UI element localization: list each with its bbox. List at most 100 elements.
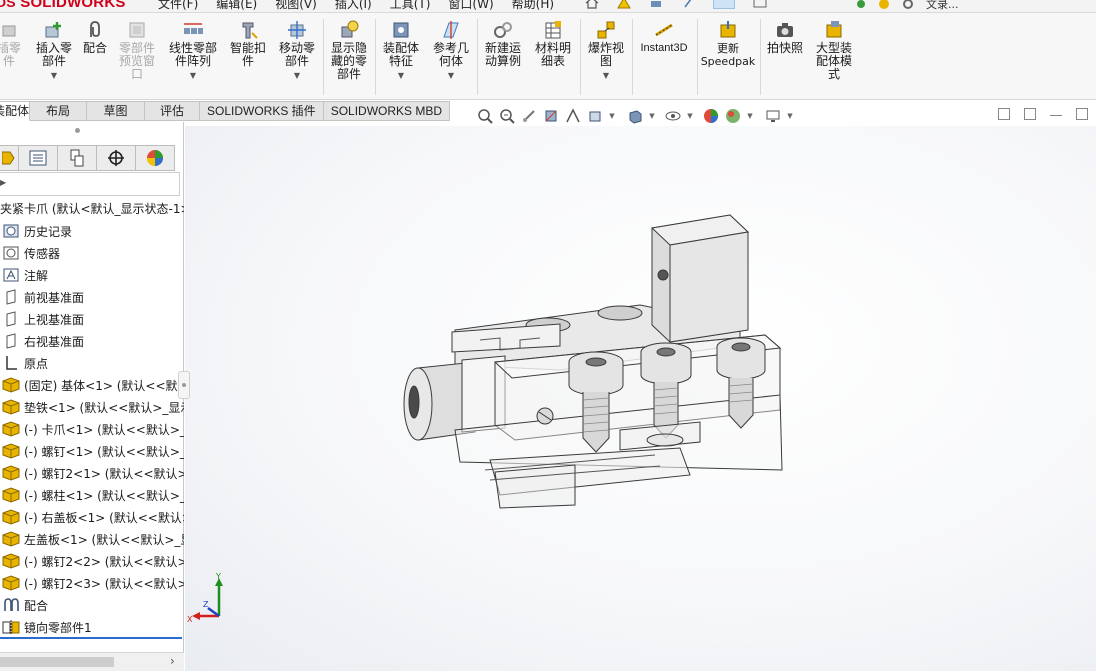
viewport-previous-icon[interactable] xyxy=(998,108,1010,120)
chevron-down-icon[interactable]: ▼ xyxy=(786,112,794,120)
panel-collapse-handle[interactable] xyxy=(178,371,190,399)
chevron-down-icon[interactable]: ▼ xyxy=(294,72,300,80)
help-icon[interactable] xyxy=(878,0,890,10)
update-speedpak-button[interactable]: 更新 Speedpak xyxy=(700,19,756,68)
assembly-features-button[interactable]: 装配体 特征 ▼ xyxy=(378,19,424,80)
tree-item-component[interactable]: (-) 螺钉2<1> (默认<<默认> xyxy=(0,462,184,484)
tree-filter[interactable]: ▶ xyxy=(0,172,180,196)
tree-item-origin[interactable]: 原点 xyxy=(0,352,184,374)
panel-grip-handle[interactable] xyxy=(75,128,80,133)
panel-horizontal-scrollbar[interactable]: › xyxy=(0,652,184,671)
hide-show-items-icon[interactable] xyxy=(664,107,682,125)
reference-geometry-button[interactable]: 参考几 何体 ▼ xyxy=(428,19,474,80)
tab-configuration-manager[interactable] xyxy=(58,145,97,171)
tree-item-component[interactable]: 垫铁<1> (默认<<默认>_显示 xyxy=(0,396,184,418)
tab-assembly[interactable]: 装配体 xyxy=(0,101,30,121)
tree-item-mates[interactable]: 配合 xyxy=(0,594,184,616)
user-name[interactable]: 文录... xyxy=(926,0,959,12)
tree-item-component[interactable]: (-) 卡爪<1> (默认<<默认>_ xyxy=(0,418,184,440)
tree-item-component[interactable]: (-) 螺钉2<3> (默认<<默认> xyxy=(0,572,184,594)
chevron-down-icon[interactable]: ▼ xyxy=(51,72,57,80)
show-hidden-button[interactable]: 显示隐 藏的零 部件 xyxy=(326,19,372,81)
menu-insert[interactable]: 插入(I) xyxy=(335,0,372,12)
tab-feature-manager[interactable] xyxy=(0,145,19,171)
tab-property-manager[interactable] xyxy=(19,145,58,171)
scrollbar-thumb[interactable] xyxy=(0,657,114,667)
tab-display-manager[interactable] xyxy=(136,145,175,171)
cut-insert-button[interactable]: 插零 件 xyxy=(0,19,24,68)
tree-root-assembly[interactable]: 夹紧卡爪 (默认<默认_显示状态-1>) xyxy=(0,198,184,220)
previous-view-icon[interactable] xyxy=(520,107,538,125)
new-motion-study-button[interactable]: 新建运 动算例 xyxy=(480,19,526,68)
component-preview-button[interactable]: 零部件 预览窗 口 xyxy=(114,19,160,81)
section-view-icon[interactable] xyxy=(542,107,560,125)
apply-scene-icon[interactable] xyxy=(724,107,742,125)
view-settings-icon[interactable] xyxy=(764,107,782,125)
assembly-model[interactable] xyxy=(185,126,1096,671)
tree-item-component[interactable]: 左盖板<1> (默认<<默认>_显 xyxy=(0,528,184,550)
undo-icon[interactable] xyxy=(681,0,695,9)
chevron-down-icon[interactable]: ▼ xyxy=(398,72,404,80)
smart-fasteners-button[interactable]: 智能扣 件 xyxy=(226,19,270,68)
rebuild-warning-icon[interactable] xyxy=(617,0,631,9)
insert-component-button[interactable]: 插入零 部件 ▼ xyxy=(32,19,76,80)
home-icon[interactable] xyxy=(585,0,599,9)
viewport-next-icon[interactable] xyxy=(1024,108,1036,120)
chevron-down-icon[interactable]: ▼ xyxy=(648,112,656,120)
menu-file[interactable]: 文件(F) xyxy=(158,0,198,12)
tree-item-component[interactable]: (-) 螺柱<1> (默认<<默认>_ xyxy=(0,484,184,506)
mate-button[interactable]: 配合 xyxy=(80,19,110,55)
menu-tools[interactable]: 工具(T) xyxy=(390,0,431,12)
zoom-to-fit-icon[interactable] xyxy=(476,107,494,125)
linear-pattern-button[interactable]: 线性零部 件阵列 ▼ xyxy=(164,19,222,80)
zoom-to-area-icon[interactable] xyxy=(498,107,516,125)
viewport-minimize-icon[interactable] xyxy=(1050,108,1062,116)
move-component-button[interactable]: 移动零 部件 ▼ xyxy=(274,19,320,80)
print-icon[interactable] xyxy=(649,0,663,9)
tree-item-front-plane[interactable]: 前视基准面 xyxy=(0,286,184,308)
tree-item-right-plane[interactable]: 右视基准面 xyxy=(0,330,184,352)
chevron-down-icon[interactable]: ▼ xyxy=(746,112,754,120)
menu-help[interactable]: 帮助(H) xyxy=(512,0,554,12)
chevron-down-icon[interactable]: ▼ xyxy=(603,72,609,80)
tree-item-component[interactable]: (-) 螺钉2<2> (默认<<默认> xyxy=(0,550,184,572)
options-dropdown-icon[interactable] xyxy=(753,0,767,9)
dynamic-annotation-icon[interactable] xyxy=(564,107,582,125)
tree-item-component[interactable]: (固定) 基体<1> (默认<<默认 xyxy=(0,374,184,396)
tab-addins[interactable]: SOLIDWORKS 插件 xyxy=(200,101,324,121)
tree-item-sensors[interactable]: 传感器 xyxy=(0,242,184,264)
chevron-down-icon[interactable]: ▼ xyxy=(448,72,454,80)
chevron-right-icon[interactable]: ▶ xyxy=(0,178,6,187)
menu-view[interactable]: 视图(V) xyxy=(275,0,317,12)
chevron-down-icon[interactable]: ▼ xyxy=(686,112,694,120)
view-orientation-icon[interactable] xyxy=(586,107,604,125)
tab-evaluate[interactable]: 评估 xyxy=(145,101,200,121)
display-style-icon[interactable] xyxy=(626,107,644,125)
snapshot-button[interactable]: 拍快照 xyxy=(763,19,807,55)
tree-item-annotations[interactable]: 注解 xyxy=(0,264,184,286)
scroll-right-icon[interactable]: › xyxy=(170,654,175,668)
chevron-down-icon[interactable]: ▼ xyxy=(190,72,196,80)
settings-gear-icon[interactable] xyxy=(902,0,914,10)
tree-item-component[interactable]: (-) 右盖板<1> (默认<<默认> xyxy=(0,506,184,528)
chevron-down-icon[interactable]: ▼ xyxy=(608,112,616,120)
tree-item-top-plane[interactable]: 上视基准面 xyxy=(0,308,184,330)
graphics-area[interactable] xyxy=(185,126,1096,671)
tree-item-component[interactable]: (-) 螺钉<1> (默认<<默认>_ xyxy=(0,440,184,462)
tab-dimxpert-manager[interactable] xyxy=(97,145,136,171)
large-assembly-button[interactable]: 大型装 配体模 式 xyxy=(810,19,858,81)
viewport-restore-icon[interactable] xyxy=(1076,108,1088,120)
bom-button[interactable]: 材料明 细表 xyxy=(530,19,576,68)
exploded-view-button[interactable]: 爆炸视 图 ▼ xyxy=(583,19,629,80)
tab-sketch[interactable]: 草图 xyxy=(87,101,145,121)
tab-mbd[interactable]: SOLIDWORKS MBD xyxy=(323,101,451,121)
edit-appearance-icon[interactable] xyxy=(702,107,720,125)
instant3d-button[interactable]: Instant3D xyxy=(635,19,693,55)
select-icon[interactable] xyxy=(713,0,735,9)
tree-item-history[interactable]: 历史记录 xyxy=(0,220,184,242)
tree-item-mirror-component[interactable]: 镜向零部件1 xyxy=(0,616,184,638)
menu-edit[interactable]: 编辑(E) xyxy=(216,0,257,12)
tree-rollback-bar[interactable] xyxy=(0,637,182,639)
menu-window[interactable]: 窗口(W) xyxy=(448,0,493,12)
tab-layout[interactable]: 布局 xyxy=(30,101,87,121)
